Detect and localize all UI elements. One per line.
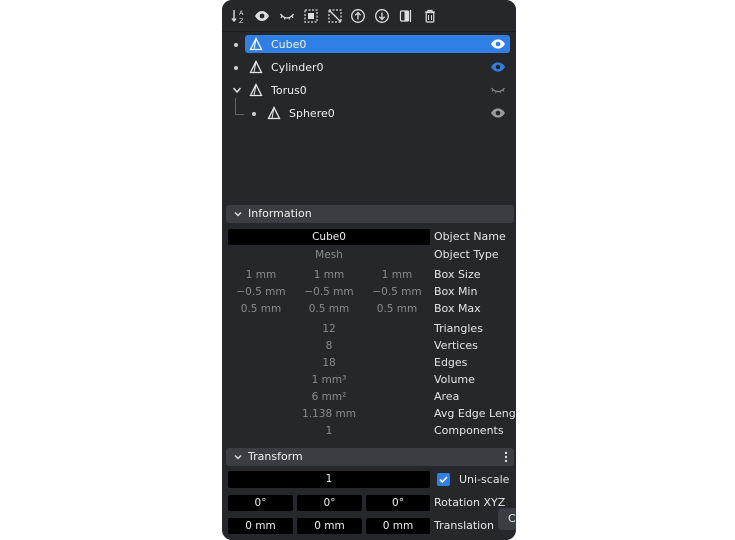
box-min-z: −0.5 mm: [372, 286, 422, 298]
scale-field[interactable]: 1: [228, 471, 430, 488]
tree-item-cylinder0[interactable]: Cylinder0: [222, 58, 516, 78]
edges-label: Edges: [434, 356, 468, 369]
components-label: Components: [434, 424, 504, 437]
box-size-z: 1 mm: [381, 269, 413, 281]
translation-z-field[interactable]: 0 mm: [366, 518, 430, 534]
volume-value: 1 mm³: [311, 374, 347, 386]
translation-x-field[interactable]: 0 mm: [228, 518, 293, 534]
mirror-icon[interactable]: [396, 6, 416, 26]
checkmark-icon: [439, 476, 448, 484]
uni-scale-label: Uni-scale: [459, 473, 510, 486]
bullet-icon: [234, 43, 238, 47]
rotation-label: Rotation XYZ: [434, 496, 506, 509]
volume-label: Volume: [434, 373, 475, 386]
translation-y-field[interactable]: 0 mm: [297, 518, 362, 534]
edges-value: 18: [322, 357, 336, 369]
chevron-down-icon[interactable]: [231, 84, 243, 96]
triangles-value: 12: [322, 323, 336, 335]
outliner-tree: Cube0 Cylinder0 Torus0 Sphere0: [222, 31, 516, 203]
object-type-label: Object Type: [434, 248, 499, 261]
area-value: 6 mm²: [311, 391, 347, 403]
object-type-value: Mesh: [315, 249, 343, 261]
mesh-icon: [249, 60, 263, 74]
box-size-x: 1 mm: [245, 269, 277, 281]
box-max-y: 0.5 mm: [308, 303, 350, 315]
box-min-x: −0.5 mm: [236, 286, 286, 298]
triangles-label: Triangles: [434, 322, 483, 335]
tree-item-sphere0[interactable]: Sphere0: [222, 104, 516, 124]
box-size-y: 1 mm: [313, 269, 345, 281]
box-max-z: 0.5 mm: [376, 303, 418, 315]
rotation-z-field[interactable]: 0°: [366, 495, 430, 511]
box-min-label: Box Min: [434, 285, 478, 298]
mesh-icon: [249, 37, 263, 51]
box-max-x: 0.5 mm: [240, 303, 282, 315]
visible-eye-icon[interactable]: [490, 37, 506, 51]
visible-eye-icon[interactable]: [490, 60, 506, 74]
box-max-label: Box Max: [434, 302, 481, 315]
box-min-y: −0.5 mm: [304, 286, 354, 298]
area-label: Area: [434, 390, 460, 403]
svg-text:Z: Z: [239, 17, 244, 24]
move-up-icon[interactable]: [348, 6, 368, 26]
uni-scale-checkbox[interactable]: [437, 473, 450, 486]
vertices-label: Vertices: [434, 339, 478, 352]
chevron-down-icon: [234, 454, 242, 460]
mesh-icon: [249, 83, 263, 97]
outliner-toolbar: AZ: [222, 0, 516, 32]
svg-text:A: A: [239, 9, 244, 17]
tree-item-cube0[interactable]: Cube0: [222, 35, 516, 55]
tree-item-label: Cube0: [271, 38, 307, 51]
components-value: 1: [325, 425, 333, 437]
delete-icon[interactable]: [420, 6, 440, 26]
mesh-icon: [267, 106, 281, 120]
object-name-label: Object Name: [434, 230, 506, 243]
hidden-eye-icon[interactable]: [490, 83, 506, 97]
object-name-field[interactable]: Cube0: [228, 229, 430, 245]
vertices-value: 8: [325, 340, 333, 352]
tree-item-torus0[interactable]: Torus0: [222, 81, 516, 101]
show-all-icon[interactable]: [252, 6, 272, 26]
bullet-icon: [252, 112, 256, 116]
tree-connector-line: [235, 98, 244, 115]
avg-edge-length-label: Avg Edge Length: [434, 407, 516, 420]
sort-alpha-icon[interactable]: AZ: [229, 6, 249, 26]
tree-item-label: Cylinder0: [271, 61, 324, 74]
section-title: Information: [248, 207, 312, 220]
clipped-button[interactable]: C: [498, 508, 516, 530]
deselect-icon[interactable]: [325, 6, 345, 26]
translation-label: Translation: [434, 519, 494, 532]
box-size-label: Box Size: [434, 268, 481, 281]
move-down-icon[interactable]: [372, 6, 392, 26]
transform-section-header[interactable]: Transform: [226, 448, 514, 466]
select-all-icon[interactable]: [301, 6, 321, 26]
kebab-menu-icon[interactable]: [504, 451, 508, 463]
hide-all-icon[interactable]: [277, 6, 297, 26]
tree-item-label: Sphere0: [289, 107, 335, 120]
bullet-icon: [234, 66, 238, 70]
scene-panel: AZ Cube0 Cylinder0 Torus0 Sphere0 Inform…: [222, 0, 516, 540]
rotation-y-field[interactable]: 0°: [297, 495, 362, 511]
avg-edge-length-value: 1.138 mm: [302, 408, 356, 420]
tree-item-label: Torus0: [271, 84, 307, 97]
rotation-x-field[interactable]: 0°: [228, 495, 293, 511]
information-section-header[interactable]: Information: [226, 205, 514, 223]
section-title: Transform: [248, 450, 303, 463]
chevron-down-icon: [234, 211, 242, 217]
visible-eye-icon[interactable]: [490, 106, 506, 120]
